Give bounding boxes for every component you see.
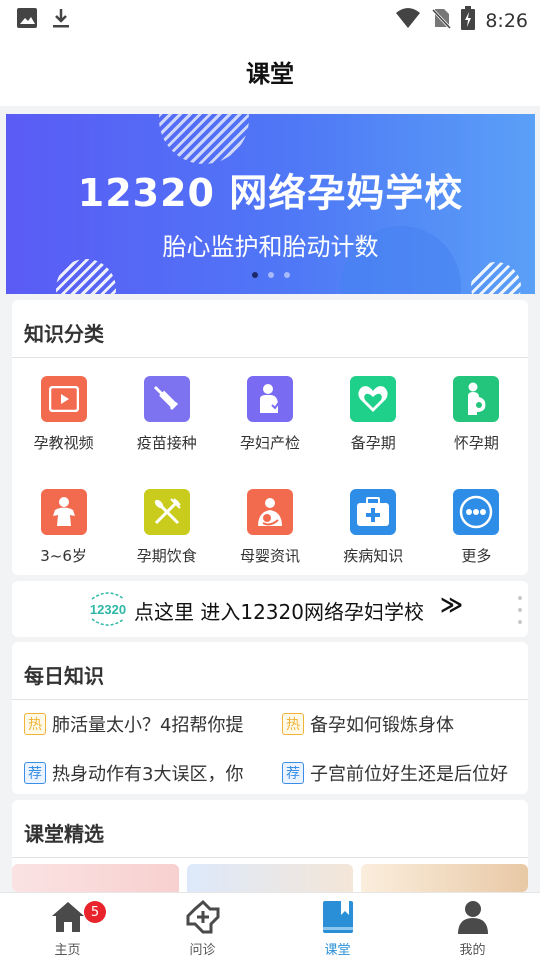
carousel-indicator xyxy=(252,272,290,278)
tab-label: 主页 xyxy=(54,943,81,958)
promo-banner[interactable]: 12320 网络孕妈学校 胎心监护和胎动计数 xyxy=(6,114,535,294)
banner-subtitle: 胎心监护和胎动计数 xyxy=(162,233,379,261)
category-prenatal-check[interactable]: 孕妇产检 xyxy=(218,376,321,453)
tab-label: 问诊 xyxy=(189,943,216,958)
category-label: 3~6岁 xyxy=(40,547,87,565)
category-grid: 孕教视频 疫苗接种 孕妇产检 备孕期 怀孕期 3~6岁 孕期饮食 母婴资讯 疾病… xyxy=(12,376,528,566)
fork-knife-icon xyxy=(143,489,190,535)
tab-classroom[interactable]: 课堂 xyxy=(270,893,405,960)
section-title: 课堂精选 xyxy=(24,822,104,846)
child-icon xyxy=(40,489,87,535)
recommend-tag: 荐 xyxy=(282,762,304,784)
category-mother-baby-news[interactable]: 母婴资讯 xyxy=(218,489,321,566)
status-bar: 8:26 xyxy=(0,0,540,36)
category-label: 疫苗接种 xyxy=(136,434,197,452)
course-thumbnail[interactable] xyxy=(361,864,528,892)
image-icon xyxy=(16,7,38,33)
featured-thumbnails xyxy=(12,864,528,892)
hot-tag: 热 xyxy=(24,713,46,735)
enter-school-text: 点这里 进入12320网络孕妇学校 xyxy=(134,600,424,624)
course-thumbnail[interactable] xyxy=(186,864,354,892)
carousel-dot[interactable] xyxy=(268,272,274,278)
tab-mine[interactable]: 我的 xyxy=(405,893,540,960)
more-icon xyxy=(453,489,500,535)
course-thumbnail[interactable] xyxy=(12,864,179,892)
battery-charging-icon xyxy=(461,6,476,35)
category-diet[interactable]: 孕期饮食 xyxy=(115,489,218,566)
daily-article[interactable]: 热 肺活量太小？4招帮你提 xyxy=(24,711,243,737)
category-label: 备孕期 xyxy=(350,434,396,452)
category-vaccine[interactable]: 疫苗接种 xyxy=(115,376,218,453)
category-video[interactable]: 孕教视频 xyxy=(12,376,115,453)
article-title: 备孕如何锻炼身体 xyxy=(310,715,454,736)
banner-decoration xyxy=(56,259,116,294)
person-icon xyxy=(455,899,491,935)
daily-article[interactable]: 热 备孕如何锻炼身体 xyxy=(282,711,454,737)
video-play-icon xyxy=(40,376,87,422)
consult-icon xyxy=(185,899,221,935)
daily-article[interactable]: 荐 子宫前位好生还是后位好 xyxy=(282,760,508,786)
wifi-icon xyxy=(395,7,421,34)
recommend-tag: 荐 xyxy=(24,762,46,784)
heart-icon xyxy=(350,376,397,422)
bottom-tab-bar: 主页 5 问诊 课堂 我的 xyxy=(0,892,540,960)
category-label: 母婴资讯 xyxy=(239,547,300,565)
category-label: 孕期饮食 xyxy=(136,547,197,565)
category-age-3-6[interactable]: 3~6岁 xyxy=(12,489,115,566)
page-header: 课堂 xyxy=(0,36,540,106)
tab-consult[interactable]: 问诊 xyxy=(135,893,270,960)
page-title: 课堂 xyxy=(246,60,294,88)
section-title: 知识分类 xyxy=(24,322,104,346)
enter-school-link[interactable]: 12320 点这里 进入12320网络孕妇学校 ≫ xyxy=(12,581,528,637)
syringe-icon xyxy=(143,376,190,422)
banner-decoration xyxy=(159,114,249,164)
no-sim-icon xyxy=(431,7,452,34)
daily-knowledge-card: 每日知识 热 肺活量太小？4招帮你提 热 备孕如何锻炼身体 荐 热身动作有3大误… xyxy=(12,642,528,794)
notification-badge: 5 xyxy=(84,901,106,923)
section-title: 每日知识 xyxy=(24,664,104,688)
divider xyxy=(12,699,528,700)
category-label: 更多 xyxy=(461,547,492,565)
divider xyxy=(12,857,528,858)
logo-text: 12320 xyxy=(90,602,126,617)
knowledge-category-card: 知识分类 孕教视频 疫苗接种 孕妇产检 备孕期 怀孕期 3~6岁 孕期饮食 母婴… xyxy=(12,300,528,575)
daily-article[interactable]: 荐 热身动作有3大误区，你 xyxy=(24,760,243,786)
tab-label: 课堂 xyxy=(324,943,351,958)
featured-courses-card: 课堂精选 xyxy=(12,800,528,892)
download-icon xyxy=(50,7,72,33)
tab-label: 我的 xyxy=(459,943,486,958)
carousel-dot[interactable] xyxy=(284,272,290,278)
category-label: 怀孕期 xyxy=(453,434,499,452)
category-label: 疾病知识 xyxy=(343,547,404,565)
carousel-dot-active[interactable] xyxy=(252,272,258,278)
more-vertical-icon[interactable] xyxy=(518,596,522,624)
medical-kit-icon xyxy=(350,489,397,535)
home-icon xyxy=(50,899,86,935)
banner-decoration xyxy=(471,262,521,294)
category-disease[interactable]: 疾病知识 xyxy=(322,489,425,566)
article-title: 热身动作有3大误区，你 xyxy=(52,764,244,785)
divider xyxy=(12,357,528,358)
pregnant-woman-icon xyxy=(453,376,500,422)
book-icon xyxy=(320,899,356,935)
category-label: 孕妇产检 xyxy=(239,434,300,452)
category-label: 孕教视频 xyxy=(33,434,94,452)
category-pregnancy[interactable]: 怀孕期 xyxy=(425,376,528,453)
article-title: 肺活量太小？4招帮你提 xyxy=(52,715,244,736)
tab-home[interactable]: 主页 5 xyxy=(0,893,135,960)
mother-baby-icon xyxy=(246,489,293,535)
pregnant-check-icon xyxy=(246,376,293,422)
banner-headline: 12320 网络孕妈学校 xyxy=(77,171,464,215)
logo-12320-icon: 12320 xyxy=(90,592,126,626)
hot-tag: 热 xyxy=(282,713,304,735)
double-arrow-icon: ≫ xyxy=(440,593,464,618)
clock: 8:26 xyxy=(485,9,528,32)
category-preconception[interactable]: 备孕期 xyxy=(322,376,425,453)
category-more[interactable]: 更多 xyxy=(425,489,528,566)
article-title: 子宫前位好生还是后位好 xyxy=(310,764,508,785)
